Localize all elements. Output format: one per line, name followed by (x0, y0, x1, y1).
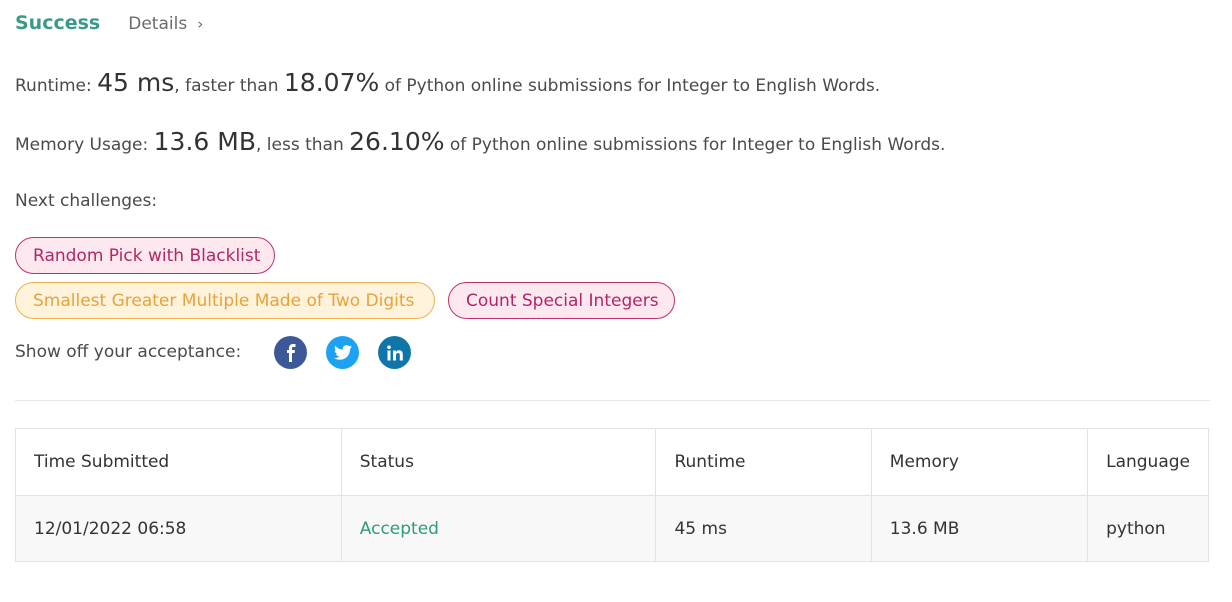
linkedin-icon[interactable] (378, 336, 411, 369)
runtime-value: 45 ms (97, 68, 175, 97)
details-label: Details (128, 14, 188, 34)
challenge-random-pick-with-blacklist[interactable]: Random Pick with Blacklist (15, 237, 275, 274)
runtime-mid: , faster than (174, 76, 279, 96)
memory-value: 13.6 MB (153, 127, 256, 156)
runtime-stat: Runtime: 45 ms, faster than 18.07% of Py… (15, 68, 880, 97)
memory-mid: , less than (256, 135, 344, 155)
cell-memory: 13.6 MB (870, 495, 1089, 562)
cell-runtime: 45 ms (655, 495, 872, 562)
table-header-row: Time Submitted Status Runtime Memory Lan… (15, 428, 1209, 496)
details-link[interactable]: Details › (128, 14, 203, 34)
result-header: Success Details › (15, 12, 203, 34)
table-row: 12/01/2022 06:58 Accepted 45 ms 13.6 MB … (15, 495, 1209, 562)
column-runtime: Runtime (655, 428, 872, 496)
memory-suffix: of Python online submissions for Integer… (449, 135, 946, 155)
cell-time-submitted: 12/01/2022 06:58 (15, 495, 342, 562)
column-language: Language (1087, 428, 1209, 496)
column-status: Status (340, 428, 657, 496)
runtime-label: Runtime: (15, 76, 92, 96)
cell-language: python (1087, 495, 1209, 562)
memory-stat: Memory Usage: 13.6 MB, less than 26.10% … (15, 127, 945, 156)
challenge-smallest-greater-multiple[interactable]: Smallest Greater Multiple Made of Two Di… (15, 282, 435, 319)
next-challenges-label: Next challenges: (15, 191, 158, 211)
status-accepted-link[interactable]: Accepted (360, 519, 439, 539)
challenge-count-special-integers[interactable]: Count Special Integers (448, 282, 675, 319)
column-time-submitted: Time Submitted (15, 428, 342, 496)
chevron-right-icon: › (197, 15, 204, 33)
submissions-table: Time Submitted Status Runtime Memory Lan… (15, 428, 1209, 562)
runtime-percent: 18.07% (283, 68, 380, 97)
memory-percent: 26.10% (349, 127, 445, 156)
status-title: Success (15, 12, 101, 34)
share-label: Show off your acceptance: (15, 342, 242, 362)
runtime-suffix: of Python online submissions for Integer… (384, 76, 881, 96)
twitter-icon[interactable] (326, 336, 359, 369)
column-memory: Memory (870, 428, 1089, 496)
facebook-icon[interactable] (274, 336, 307, 369)
divider (15, 400, 1210, 401)
memory-label: Memory Usage: (15, 135, 149, 155)
